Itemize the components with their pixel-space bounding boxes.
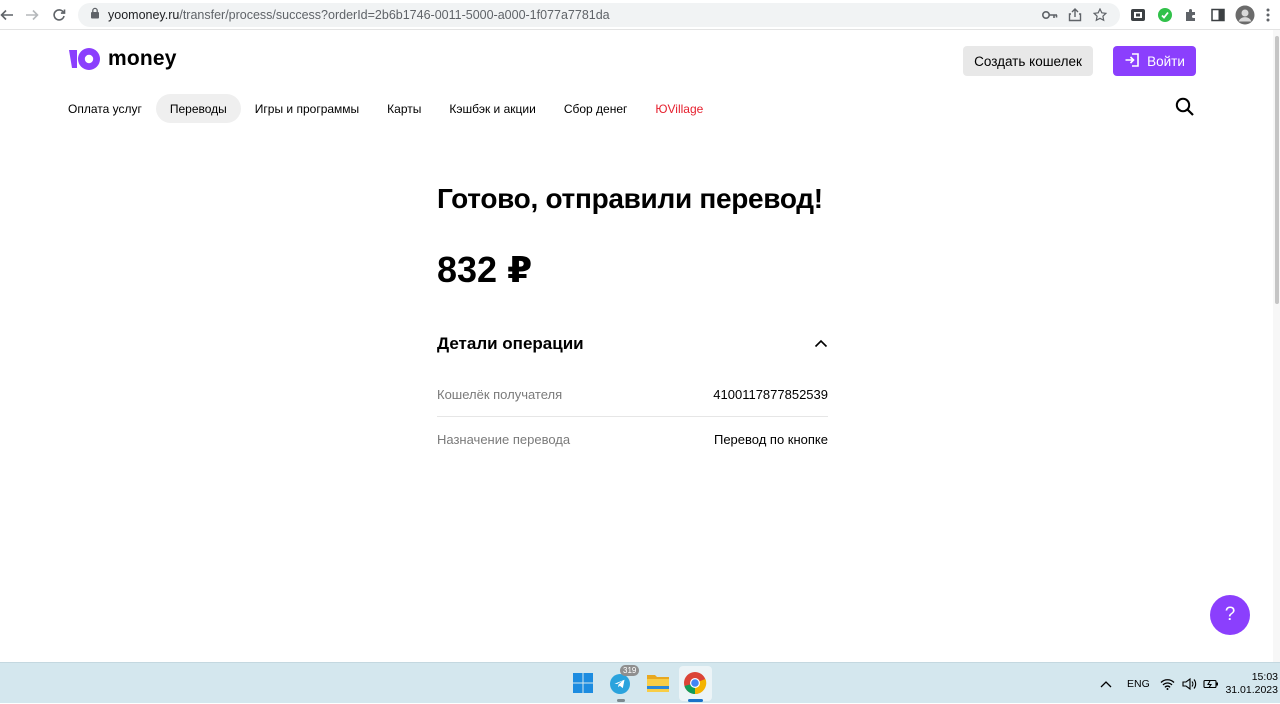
nav-item-games[interactable]: Игры и программы [241,94,373,123]
side-panel-icon[interactable] [1208,5,1228,25]
telegram-running-indicator [617,699,625,702]
nav-item-cards[interactable]: Карты [373,94,435,123]
clock-date: 31.01.2023 [1225,684,1278,696]
clock-time: 15:03 [1251,671,1278,683]
telegram-icon[interactable]: 319 [608,665,640,696]
details-toggle[interactable]: Детали операции [437,333,828,355]
show-hidden-icons[interactable] [1100,663,1112,704]
create-wallet-button[interactable]: Создать кошелек [963,46,1093,76]
help-button[interactable]: ? [1210,595,1250,635]
logo-text: money [108,47,177,70]
key-icon[interactable] [1041,7,1059,23]
transfer-amount: 832 ₽ [437,249,533,290]
reload-icon[interactable] [48,4,70,26]
yoomoney-logo[interactable]: money [68,46,177,72]
nav-item-transfers[interactable]: Переводы [155,94,241,123]
row-label: Назначение перевода [437,432,571,447]
row-value: 4100117877852539 [713,386,828,402]
chrome-icon[interactable] [682,670,708,696]
login-label: Войти [1147,53,1185,69]
nav-item-fundraising[interactable]: Сбор денег [550,94,642,123]
windows-start-icon[interactable] [570,670,596,696]
address-bar[interactable]: yoomoney.ru/transfer/process/success?ord… [78,3,1120,27]
url-text: yoomoney.ru/transfer/process/success?ord… [108,8,610,22]
taskbar: 319 ENG 15:03 31.01.2023 [0,662,1280,703]
profile-avatar-icon[interactable] [1235,5,1255,25]
login-icon [1124,52,1140,71]
battery-icon[interactable] [1203,663,1219,704]
extensions-puzzle-icon[interactable] [1181,5,1201,25]
browser-menu-icon[interactable] [1258,5,1278,25]
row-label: Кошелёк получателя [437,386,563,402]
language-indicator[interactable]: ENG [1127,663,1150,704]
search-icon[interactable] [1175,97,1197,119]
lock-icon [90,6,100,24]
wifi-icon[interactable] [1160,663,1175,704]
share-icon[interactable] [1066,7,1084,23]
file-explorer-icon[interactable] [645,670,671,696]
extension-icon[interactable] [1128,5,1148,25]
telegram-badge: 319 [620,665,640,676]
main-nav: Оплата услуг Переводы Игры и программы К… [68,94,717,123]
chevron-up-icon [814,335,828,353]
back-icon[interactable] [0,4,18,26]
scrollbar-thumb[interactable] [1275,36,1279,304]
login-button[interactable]: Войти [1113,46,1196,76]
nav-item-cashback[interactable]: Кэшбэк и акции [435,94,549,123]
bookmark-star-icon[interactable] [1091,7,1109,23]
details-row-purpose: Назначение перевода Перевод по кнопке [437,417,828,462]
volume-icon[interactable] [1182,663,1197,704]
forward-icon[interactable] [21,4,43,26]
details-row-recipient: Кошелёк получателя 4100117877852539 [437,372,828,417]
details-title: Детали операции [437,334,584,353]
system-clock[interactable]: 15:03 31.01.2023 [1222,671,1278,697]
page-title: Готово, отправили перевод! [437,183,823,214]
chrome-running-indicator [688,699,703,702]
nav-item-services[interactable]: Оплата услуг [68,94,156,123]
extension-green-icon[interactable] [1155,5,1175,25]
row-value: Перевод по кнопке [713,432,828,447]
logo-mark-icon [68,46,102,72]
nav-item-yuvillage[interactable]: ЮVillage [641,94,717,123]
browser-toolbar: yoomoney.ru/transfer/process/success?ord… [0,0,1280,30]
